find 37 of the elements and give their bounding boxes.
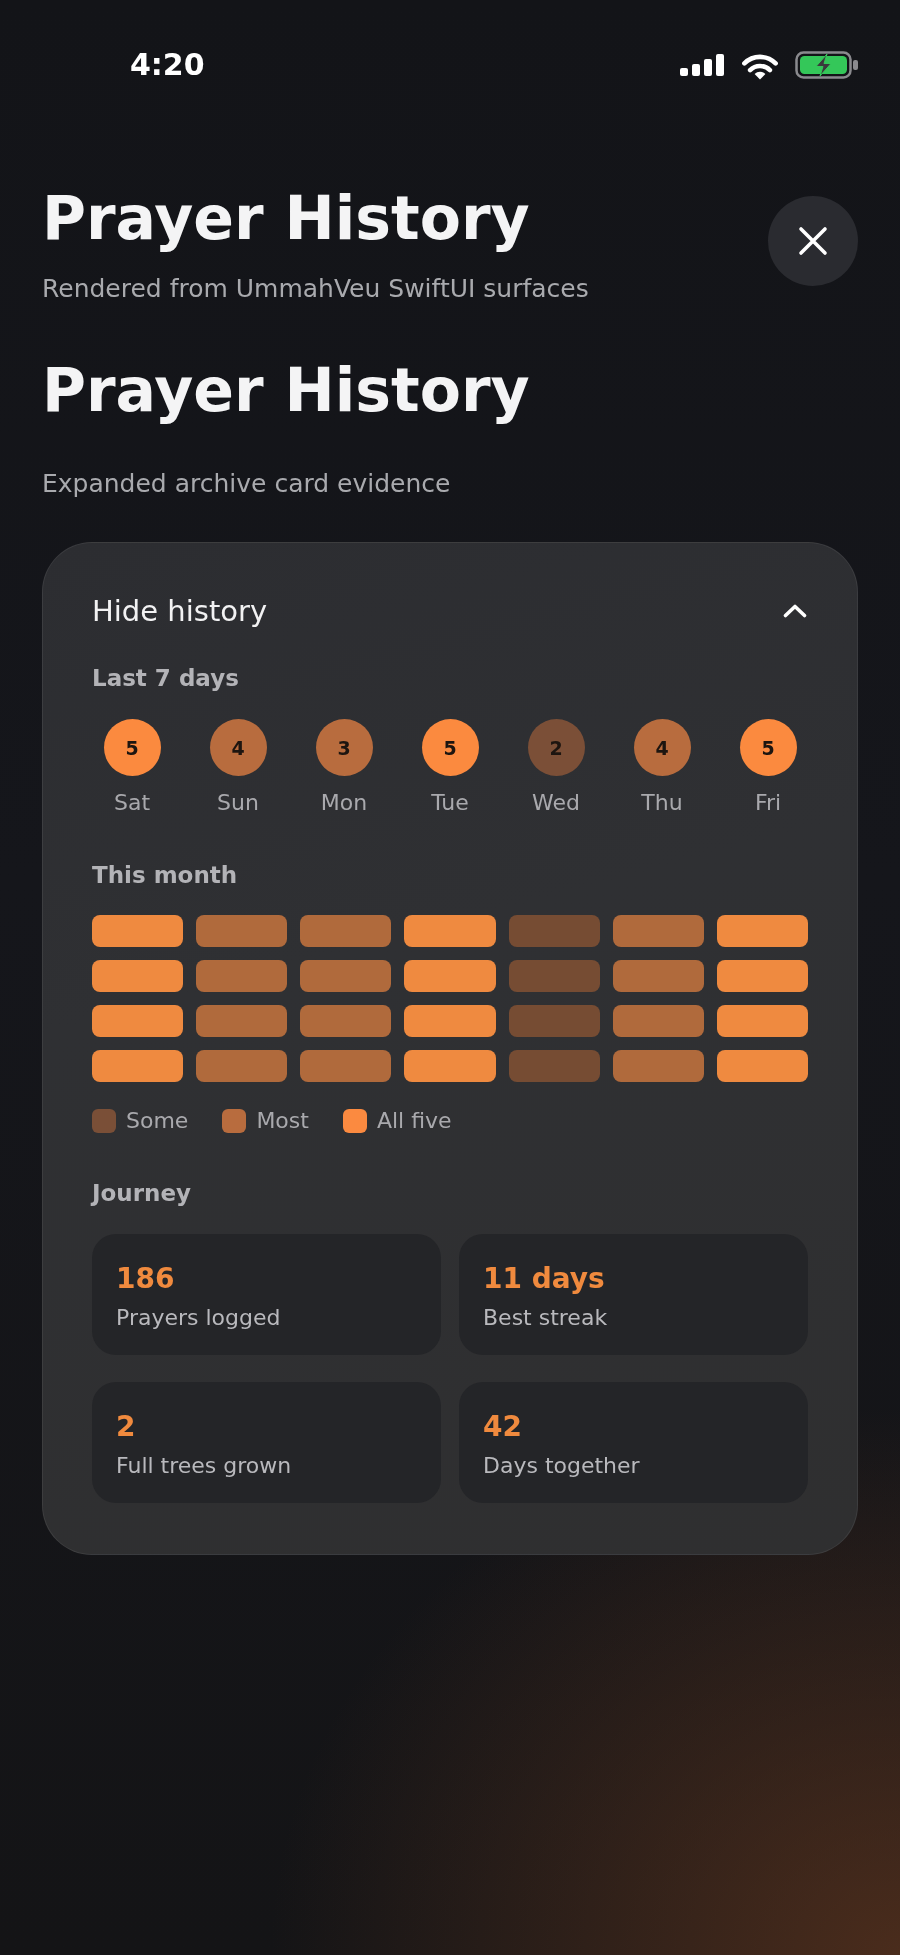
stat-label: Prayers logged: [116, 1304, 282, 1332]
day-prayer-count: 4: [633, 719, 691, 776]
legend-label: Some: [126, 1107, 189, 1135]
history-toggle[interactable]: Hide history: [92, 593, 808, 629]
stat-value: 2: [116, 1409, 137, 1445]
subsection-heading: Last 7 days: [92, 664, 240, 693]
weekday-label: Fri: [754, 789, 782, 817]
day-prayer-count: 3: [315, 719, 373, 776]
page-title: Prayer History: [42, 182, 531, 254]
weekday-label: Thu: [641, 789, 683, 817]
page-subtitle: Rendered from UmmahVeu SwiftUI surfaces: [42, 273, 589, 305]
legend-label: All five: [376, 1107, 452, 1135]
stat-label: Full trees grown: [116, 1452, 293, 1480]
weekday-label: Sun: [217, 789, 259, 817]
section-subtitle: Expanded archive card evidence: [42, 468, 452, 500]
weekday-label: Sat: [113, 789, 151, 817]
weekday-label: Wed: [532, 789, 580, 817]
status-time: 4:20: [130, 47, 205, 83]
day-prayer-count: 5: [739, 719, 797, 776]
day-prayer-count: 4: [209, 719, 267, 776]
close-icon: [798, 226, 828, 256]
weekday-label: Tue: [431, 789, 469, 817]
legend-label: Most: [256, 1107, 309, 1135]
signal-icon: [680, 54, 725, 76]
day-prayer-count: 5: [103, 719, 161, 776]
battery-charging-icon: [795, 51, 858, 79]
weekday-label: Mon: [320, 789, 368, 817]
stat-label: Days together: [483, 1452, 641, 1480]
section-title: Prayer History: [42, 354, 531, 426]
day-prayer-count: 5: [421, 719, 479, 776]
stat-value: 11 days: [483, 1261, 606, 1297]
day-prayer-count: 2: [527, 719, 585, 776]
subsection-heading: This month: [92, 861, 239, 890]
stat-value: 42: [483, 1409, 523, 1445]
subsection-heading: Journey: [92, 1179, 193, 1208]
stat-label: Best streak: [483, 1304, 609, 1332]
stat-value: 186: [116, 1261, 176, 1297]
